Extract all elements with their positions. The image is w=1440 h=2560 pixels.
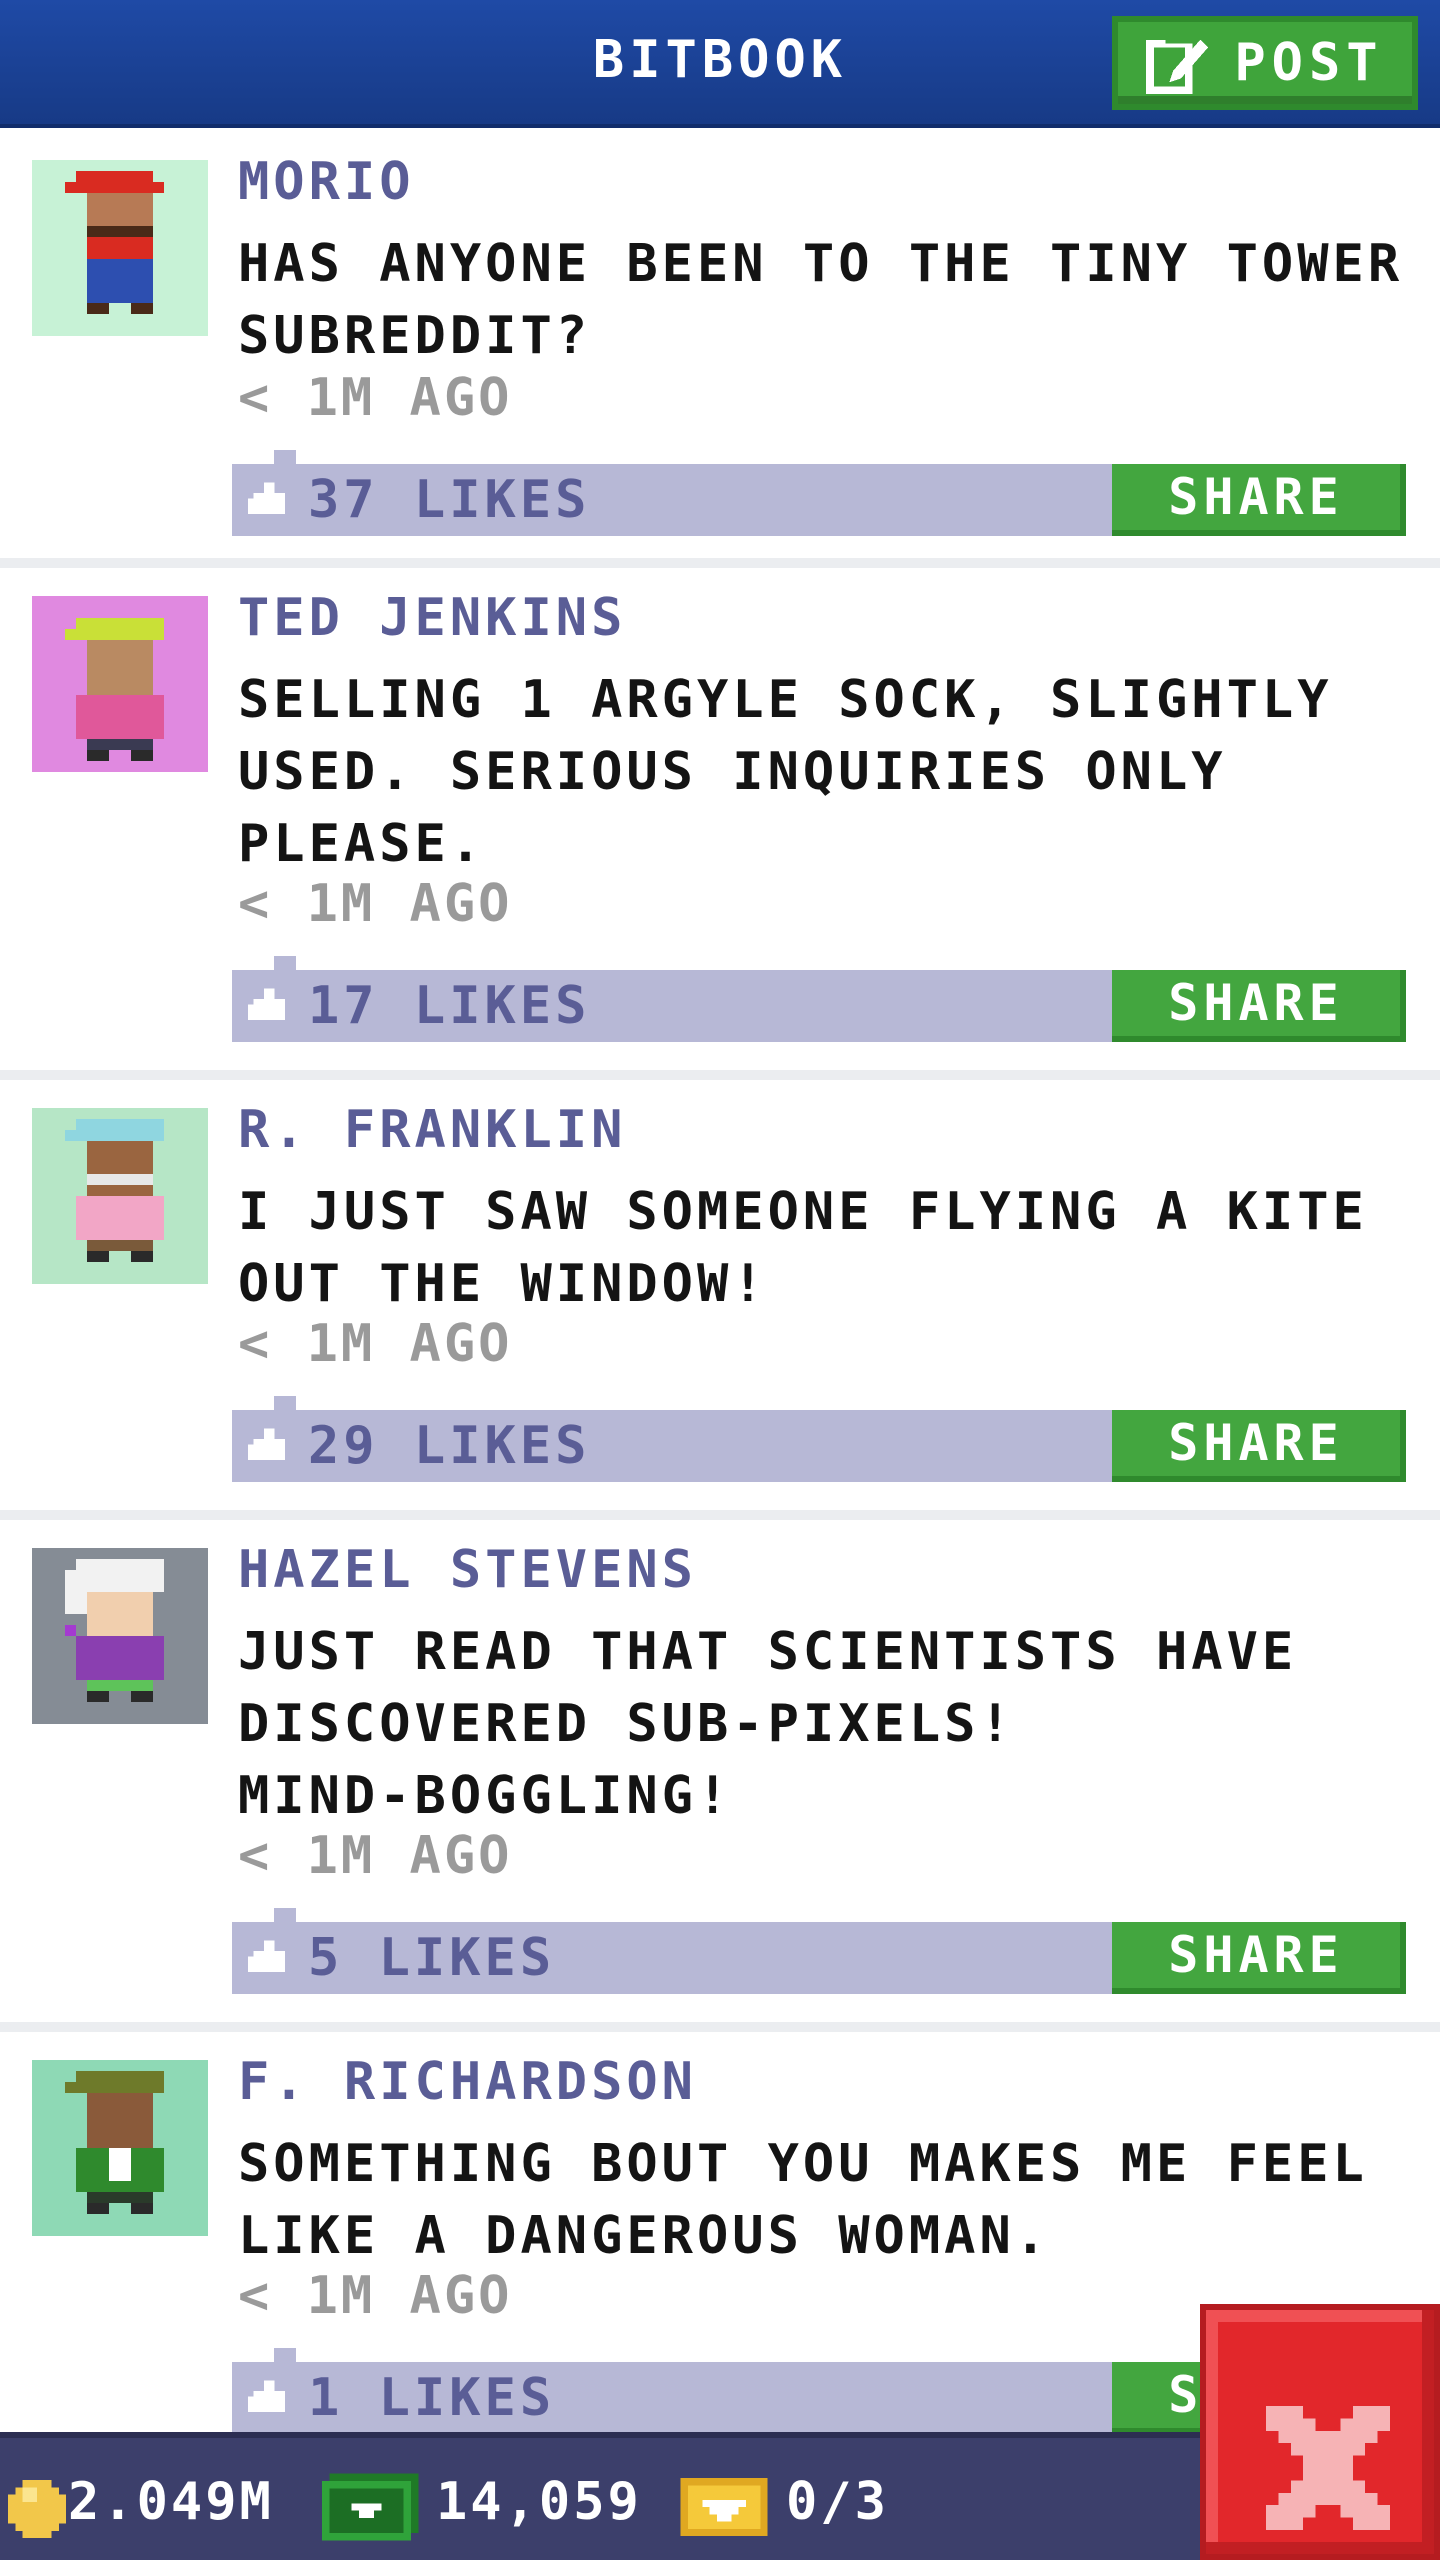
post-author[interactable]: R. FRANKLIN bbox=[238, 1100, 626, 1160]
post-author[interactable]: MORIO bbox=[238, 152, 415, 212]
avatar bbox=[32, 1108, 208, 1284]
likes-count[interactable]: 37 LIKES bbox=[308, 470, 590, 530]
likes-bar: 5 LIKES SHARE bbox=[232, 1908, 1406, 1994]
thumbs-up-icon bbox=[248, 988, 285, 1021]
bux-icon bbox=[322, 2473, 419, 2541]
post-time: < 1M AGO bbox=[238, 2266, 513, 2326]
avatar-ted-jenkins-icon bbox=[32, 596, 208, 772]
post-time: < 1M AGO bbox=[238, 368, 513, 428]
ticket-icon bbox=[680, 2478, 768, 2536]
post-message-line: PLEASE. bbox=[238, 814, 486, 874]
post-message-line: I JUST SAW SOMEONE FLYING A KITE bbox=[238, 1182, 1368, 1242]
thumbs-up-icon bbox=[248, 1428, 285, 1461]
share-button[interactable]: SHARE bbox=[1112, 1922, 1406, 1994]
post-message-line: SOMETHING BOUT YOU MAKES ME FEEL bbox=[238, 2134, 1368, 2194]
avatar-f-richardson-icon bbox=[32, 2060, 208, 2236]
post-message-line: DISCOVERED SUB-PIXELS! bbox=[238, 1694, 1015, 1754]
feed-post: MORIO HAS ANYONE BEEN TO THE TINY TOWER … bbox=[0, 132, 1440, 568]
post-message: SELLING 1 ARGYLE SOCK, SLIGHTLY USED. SE… bbox=[238, 664, 1438, 880]
avatar-morio-icon bbox=[32, 160, 208, 336]
post-message-line: SELLING 1 ARGYLE SOCK, SLIGHTLY bbox=[238, 670, 1333, 730]
post-message-line: HAS ANYONE BEEN TO THE TINY TOWER bbox=[238, 234, 1404, 294]
compose-icon bbox=[1146, 35, 1209, 94]
tickets-count: 0/3 bbox=[786, 2472, 889, 2532]
app-header: BITBOOK POST bbox=[0, 0, 1440, 128]
post-message: I JUST SAW SOMEONE FLYING A KITE OUT THE… bbox=[238, 1176, 1438, 1320]
avatar bbox=[32, 2060, 208, 2236]
avatar bbox=[32, 160, 208, 336]
post-time: < 1M AGO bbox=[238, 1826, 513, 1886]
likes-count[interactable]: 17 LIKES bbox=[308, 976, 590, 1036]
thumbs-up-icon bbox=[248, 482, 285, 515]
bitbook-feed[interactable]: MORIO HAS ANYONE BEEN TO THE TINY TOWER … bbox=[0, 132, 1440, 2472]
avatar-hazel-stevens-icon bbox=[32, 1548, 208, 1724]
post-message-line: SUBREDDIT? bbox=[238, 306, 592, 366]
post-author[interactable]: TED JENKINS bbox=[238, 588, 626, 648]
post-message: HAS ANYONE BEEN TO THE TINY TOWER SUBRED… bbox=[238, 228, 1438, 372]
post-message-line: MIND-BOGGLING! bbox=[238, 1766, 733, 1826]
close-icon bbox=[1266, 2406, 1390, 2530]
post-button-label: POST bbox=[1234, 33, 1384, 93]
likes-count[interactable]: 29 LIKES bbox=[308, 1416, 590, 1476]
close-button[interactable] bbox=[1200, 2304, 1440, 2560]
thumbs-up-icon bbox=[248, 1940, 285, 1973]
post-author[interactable]: F. RICHARDSON bbox=[238, 2052, 697, 2112]
share-button[interactable]: SHARE bbox=[1112, 1410, 1406, 1482]
feed-post: HAZEL STEVENS JUST READ THAT SCIENTISTS … bbox=[0, 1520, 1440, 2032]
feed-post: R. FRANKLIN I JUST SAW SOMEONE FLYING A … bbox=[0, 1080, 1440, 1520]
avatar bbox=[32, 596, 208, 772]
post-message: JUST READ THAT SCIENTISTS HAVE DISCOVERE… bbox=[238, 1616, 1438, 1832]
post-time: < 1M AGO bbox=[238, 874, 513, 934]
feed-post: TED JENKINS SELLING 1 ARGYLE SOCK, SLIGH… bbox=[0, 568, 1440, 1080]
post-message-line: OUT THE WINDOW! bbox=[238, 1254, 768, 1314]
likes-bar: 37 LIKES SHARE bbox=[232, 450, 1406, 536]
post-message-line: LIKE A DANGEROUS WOMAN. bbox=[238, 2206, 1051, 2266]
likes-count[interactable]: 5 LIKES bbox=[308, 1928, 555, 1988]
post-button[interactable]: POST bbox=[1112, 16, 1418, 110]
likes-count[interactable]: 1 LIKES bbox=[308, 2368, 555, 2428]
avatar-r-franklin-icon bbox=[32, 1108, 208, 1284]
post-message-line: JUST READ THAT SCIENTISTS HAVE bbox=[238, 1622, 1298, 1682]
coins-count: 2.049M bbox=[68, 2472, 274, 2532]
share-button[interactable]: SHARE bbox=[1112, 970, 1406, 1042]
post-author[interactable]: HAZEL STEVENS bbox=[238, 1540, 697, 1600]
post-message: SOMETHING BOUT YOU MAKES ME FEEL LIKE A … bbox=[238, 2128, 1438, 2272]
avatar bbox=[32, 1548, 208, 1724]
post-time: < 1M AGO bbox=[238, 1314, 513, 1374]
coin-icon bbox=[8, 2480, 66, 2538]
likes-bar: 29 LIKES SHARE bbox=[232, 1396, 1406, 1482]
likes-bar: 17 LIKES SHARE bbox=[232, 956, 1406, 1042]
bux-count: 14,059 bbox=[436, 2472, 642, 2532]
thumbs-up-icon bbox=[248, 2380, 285, 2413]
share-button[interactable]: SHARE bbox=[1112, 464, 1406, 536]
post-message-line: USED. SERIOUS INQUIRIES ONLY bbox=[238, 742, 1227, 802]
